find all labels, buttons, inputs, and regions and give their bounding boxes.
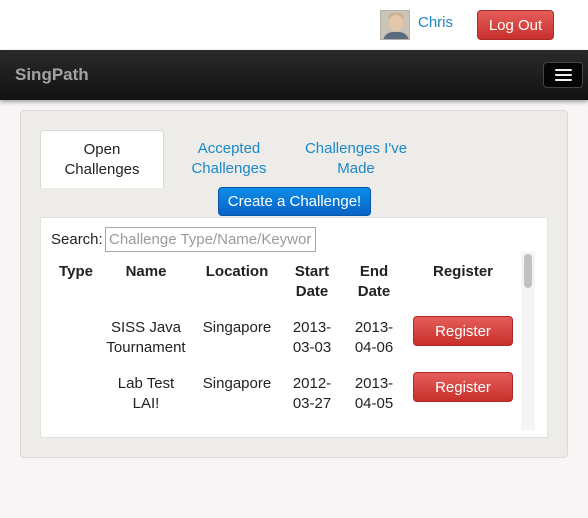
tab-label-line: Open xyxy=(83,141,121,158)
tab-label-line: Challenges xyxy=(191,160,267,177)
create-challenge-button[interactable]: Create a Challenge! xyxy=(218,187,371,216)
tab-label-line: Challenges xyxy=(64,161,140,178)
date-line: 2012- xyxy=(292,375,332,392)
tab-label-line: Made xyxy=(337,160,375,177)
column-header-location: Location xyxy=(205,263,269,280)
header-line: Date xyxy=(295,283,329,300)
register-button[interactable]: Register xyxy=(413,316,513,346)
logout-button[interactable]: Log Out xyxy=(477,10,554,40)
register-button[interactable]: Register xyxy=(413,372,513,402)
tab-open-challenges[interactable]: Open Challenges xyxy=(40,130,164,188)
menu-bar-icon xyxy=(555,69,572,71)
scrollbar-thumb[interactable] xyxy=(524,254,532,288)
date-line: 03-27 xyxy=(292,395,332,412)
end-date-cell: 2013- 04-05 xyxy=(349,374,399,414)
name-line: Lab Test xyxy=(117,375,175,392)
header-line: Start xyxy=(294,263,330,280)
end-date-cell: 2013- 04-06 xyxy=(349,318,399,358)
tab-label-line: Challenges I've xyxy=(304,140,408,157)
menu-toggle-button[interactable] xyxy=(543,62,583,88)
column-header-start-date: Start Date xyxy=(287,262,337,302)
avatar-face xyxy=(389,15,403,31)
start-date-cell: 2012- 03-27 xyxy=(287,374,337,414)
username-link[interactable]: Chris xyxy=(418,14,453,31)
menu-bar-icon xyxy=(555,79,572,81)
date-line: 03-03 xyxy=(292,339,332,356)
column-header-name: Name xyxy=(125,263,167,280)
tab-label-line: Accepted xyxy=(197,140,261,157)
column-header-type: Type xyxy=(59,263,93,280)
challenge-name-cell: SISS Java Tournament xyxy=(96,318,196,358)
date-line: 04-05 xyxy=(354,395,394,412)
column-header-end-date: End Date xyxy=(349,262,399,302)
search-input[interactable] xyxy=(105,227,316,252)
date-line: 2013- xyxy=(354,375,394,392)
header-line: Date xyxy=(357,283,391,300)
column-header-register: Register xyxy=(432,263,494,280)
location-cell: Singapore xyxy=(202,319,272,336)
tab-accepted-challenges[interactable]: Accepted Challenges xyxy=(167,130,291,188)
menu-bar-icon xyxy=(555,74,572,76)
location-cell: Singapore xyxy=(202,375,272,392)
navbar: SingPath xyxy=(0,50,588,100)
tab-challenges-made[interactable]: Challenges I've Made xyxy=(294,130,418,188)
brand-logo[interactable]: SingPath xyxy=(15,65,89,85)
search-label: Search: xyxy=(51,231,103,248)
name-line: LAI! xyxy=(132,395,160,412)
table-scrollbar[interactable] xyxy=(521,252,535,430)
user-avatar[interactable] xyxy=(380,10,410,40)
header-line: End xyxy=(359,263,389,280)
challenge-name-cell: Lab Test LAI! xyxy=(96,374,196,414)
date-line: 2013- xyxy=(354,319,394,336)
date-line: 04-06 xyxy=(354,339,394,356)
avatar-shoulders xyxy=(383,32,409,39)
date-line: 2013- xyxy=(292,319,332,336)
name-line: Tournament xyxy=(106,339,186,356)
start-date-cell: 2013- 03-03 xyxy=(287,318,337,358)
name-line: SISS Java xyxy=(110,319,182,336)
